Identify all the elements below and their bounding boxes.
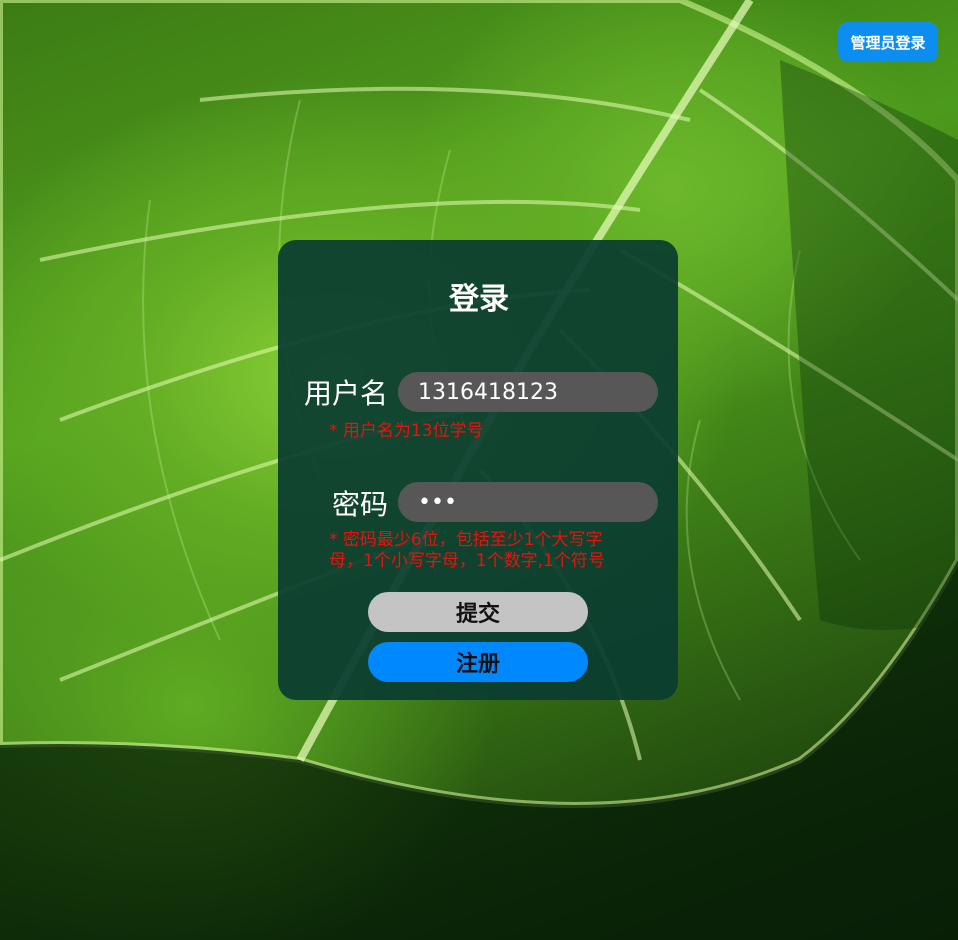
- username-hint: * 用户名为13位学号: [329, 421, 484, 441]
- password-input[interactable]: •••: [398, 482, 658, 522]
- submit-button[interactable]: 提交: [368, 592, 588, 632]
- register-button[interactable]: 注册: [368, 642, 588, 682]
- password-hint-line-1: * 密码最少6位，包括至少1个大写字: [329, 530, 603, 550]
- page-title: 登录: [449, 282, 509, 317]
- password-hint-line-2: 母，1个小写字母，1个数字,1个符号: [329, 551, 605, 571]
- admin-login-button[interactable]: 管理员登录: [838, 22, 938, 62]
- username-input[interactable]: 1316418123: [398, 372, 658, 412]
- password-label: 密码: [331, 488, 388, 521]
- username-label: 用户名: [303, 377, 388, 410]
